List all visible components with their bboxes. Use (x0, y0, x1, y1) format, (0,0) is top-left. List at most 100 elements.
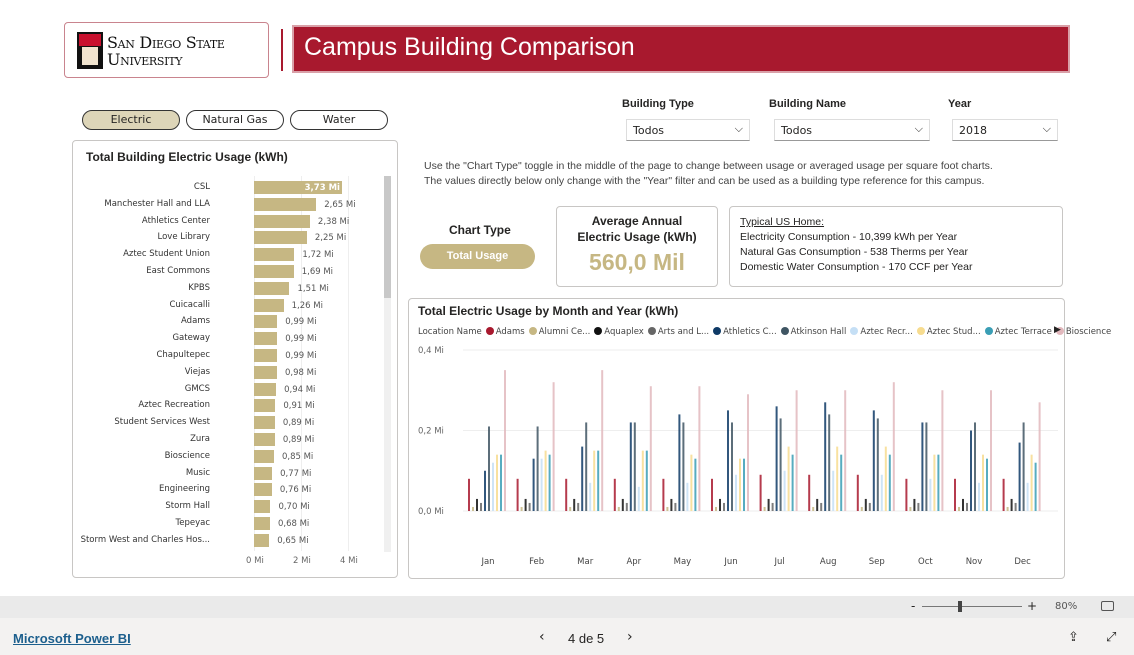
legend-item[interactable]: Aquaplex (604, 327, 644, 337)
month-bar[interactable] (727, 410, 729, 511)
month-bar[interactable] (617, 506, 620, 511)
bar[interactable] (254, 449, 274, 463)
month-bar[interactable] (496, 454, 498, 511)
month-bar[interactable] (1018, 442, 1021, 511)
month-bar[interactable] (488, 426, 490, 511)
month-bar[interactable] (548, 454, 551, 511)
month-bar[interactable] (641, 450, 644, 511)
month-bar[interactable] (645, 450, 648, 511)
month-bar[interactable] (601, 370, 604, 511)
month-bar[interactable] (791, 454, 794, 511)
bar[interactable] (254, 433, 275, 446)
month-bar[interactable] (597, 450, 600, 511)
bar[interactable] (254, 281, 290, 295)
month-bar[interactable] (585, 422, 588, 511)
month-bar[interactable] (771, 502, 774, 511)
month-bar[interactable] (876, 418, 879, 511)
month-bar[interactable] (723, 502, 725, 511)
month-bar[interactable] (892, 382, 895, 511)
month-bar[interactable] (824, 402, 827, 511)
month-bar[interactable] (978, 482, 980, 511)
month-bar[interactable] (637, 486, 640, 511)
month-bar[interactable] (520, 506, 523, 511)
month-bar[interactable] (962, 498, 964, 511)
month-bar[interactable] (759, 474, 762, 511)
bar[interactable] (254, 315, 278, 329)
month-bar[interactable] (775, 406, 778, 511)
month-bar[interactable] (966, 502, 968, 511)
share-icon[interactable]: ⇪ (1068, 630, 1079, 645)
month-bar[interactable] (565, 478, 568, 511)
month-bar[interactable] (540, 458, 543, 511)
month-bar[interactable] (1002, 478, 1005, 511)
bar[interactable] (254, 533, 270, 547)
month-bar[interactable] (779, 418, 782, 511)
power-bi-link[interactable]: Microsoft Power BI (13, 631, 131, 646)
next-page-button[interactable]: › (627, 629, 633, 645)
month-bar[interactable] (787, 446, 790, 511)
month-bar[interactable] (970, 430, 972, 512)
legend-next-arrow-icon[interactable]: ▶ (1054, 325, 1061, 335)
bar[interactable] (254, 365, 278, 379)
month-bar[interactable] (1026, 482, 1029, 511)
year-dropdown[interactable]: 2018 ⌵ (952, 119, 1058, 141)
month-bar[interactable] (856, 474, 859, 511)
month-bar[interactable] (808, 474, 811, 511)
bar[interactable] (254, 466, 273, 480)
month-bar[interactable] (1014, 502, 1017, 511)
month-bar[interactable] (516, 478, 519, 511)
scrollbar[interactable] (384, 176, 391, 552)
building-name-dropdown[interactable]: Todos ⌵ (774, 119, 930, 141)
month-bar[interactable] (1022, 422, 1025, 511)
month-bar[interactable] (573, 498, 576, 511)
month-bar[interactable] (536, 426, 539, 511)
legend-item[interactable]: Alumni Ce... (539, 327, 591, 337)
toggle-water[interactable]: Water (290, 110, 388, 130)
month-bar[interactable] (917, 502, 920, 511)
month-bar[interactable] (925, 422, 928, 511)
bar[interactable] (254, 349, 278, 362)
bar[interactable] (254, 500, 271, 514)
month-bar[interactable] (872, 410, 875, 511)
bar[interactable] (254, 214, 310, 228)
month-bar[interactable] (747, 394, 749, 511)
bar[interactable] (254, 265, 294, 278)
month-bar[interactable] (832, 470, 835, 511)
total-usage-button[interactable]: Total Usage (420, 244, 535, 269)
legend-item[interactable]: Aztec Stud... (927, 327, 981, 337)
toggle-natural-gas[interactable]: Natural Gas (186, 110, 284, 130)
month-bar[interactable] (1034, 462, 1037, 511)
month-bar[interactable] (504, 370, 506, 511)
month-bar[interactable] (715, 506, 717, 511)
month-bar[interactable] (921, 422, 924, 511)
month-bar[interactable] (840, 454, 843, 511)
month-bar[interactable] (880, 474, 883, 511)
fit-page-icon[interactable] (1101, 601, 1114, 611)
month-bar[interactable] (552, 382, 555, 511)
month-bar[interactable] (941, 390, 944, 511)
month-bar[interactable] (816, 498, 819, 511)
month-bar[interactable] (625, 502, 628, 511)
month-bar[interactable] (577, 502, 580, 511)
month-bar[interactable] (909, 506, 912, 511)
bar[interactable] (254, 332, 278, 346)
month-bar[interactable] (544, 450, 547, 511)
month-bar[interactable] (820, 502, 823, 511)
month-bar[interactable] (731, 422, 733, 511)
month-bar[interactable] (686, 482, 689, 511)
legend-item[interactable]: Athletics C... (723, 327, 777, 337)
month-bar[interactable] (532, 458, 535, 511)
bar[interactable] (254, 416, 275, 430)
prev-page-button[interactable]: ‹ (539, 629, 545, 645)
month-bar[interactable] (864, 498, 867, 511)
zoom-slider[interactable] (922, 606, 1022, 607)
month-bar[interactable] (1006, 506, 1009, 511)
fullscreen-icon[interactable]: ⤢ (1106, 630, 1116, 645)
month-bar[interactable] (735, 474, 737, 511)
month-bar[interactable] (844, 390, 847, 511)
building-type-dropdown[interactable]: Todos ⌵ (626, 119, 750, 141)
bar[interactable] (254, 298, 284, 312)
month-bar[interactable] (694, 458, 697, 511)
month-bar[interactable] (933, 454, 936, 511)
toggle-electric[interactable]: Electric (82, 110, 180, 130)
